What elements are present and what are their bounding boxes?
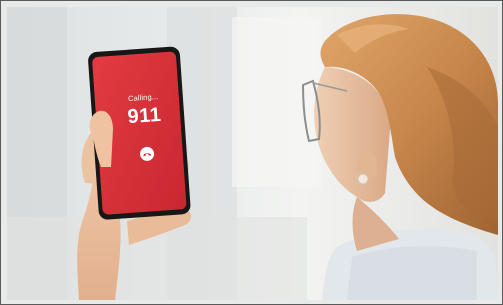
image-frame: Calling... 911 [0,0,503,305]
phone-hangup-icon [143,153,152,157]
photo: Calling... 911 [7,7,498,300]
photo-scene [7,7,498,300]
